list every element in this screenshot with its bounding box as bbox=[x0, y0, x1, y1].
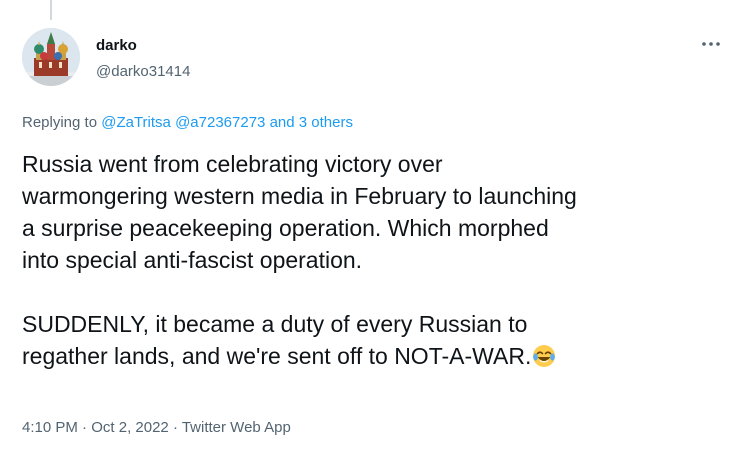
tweet-text-segment: regather lands, and we're sent off to NO… bbox=[22, 343, 532, 369]
tweet-text-line: into special anti-fascist operation. bbox=[22, 247, 363, 273]
tweet-text-line: regather lands, and we're sent off to NO… bbox=[22, 340, 728, 372]
avatar[interactable] bbox=[22, 28, 80, 86]
tweet-metadata: 4:10 PM · Oct 2, 2022 · Twitter Web App bbox=[22, 418, 291, 438]
more-horizontal-icon bbox=[702, 42, 720, 46]
tweet-text-line: SUDDENLY, it became a duty of every Russ… bbox=[22, 311, 528, 337]
more-options-button[interactable] bbox=[698, 34, 724, 54]
tweet-text-line: warmongering western media in February t… bbox=[22, 183, 577, 209]
tweet-text: Russia went from celebrating victory ove… bbox=[22, 148, 728, 372]
tweet-source: Twitter Web App bbox=[181, 419, 291, 436]
replying-to-label: Replying to bbox=[22, 114, 102, 131]
tweet-time-link[interactable]: 4:10 PM bbox=[22, 419, 78, 436]
tweet-date-link[interactable]: Oct 2, 2022 bbox=[91, 419, 169, 436]
separator-dot: · bbox=[168, 419, 182, 436]
thread-connector-line bbox=[50, 0, 52, 20]
author-display-name[interactable]: darko bbox=[96, 36, 190, 56]
tweet-text-line: Russia went from celebrating victory ove… bbox=[22, 151, 443, 177]
author-handle[interactable]: @darko31414 bbox=[96, 62, 190, 82]
tweet-text-line: a surprise peacekeeping operation. Which… bbox=[22, 215, 549, 241]
mention-link-zatritsa[interactable]: @ZaTritsa bbox=[101, 114, 171, 131]
author-block: darko @darko31414 bbox=[96, 36, 190, 82]
replying-to-line: Replying to @ZaTritsa @a72367273 and 3 o… bbox=[22, 112, 353, 134]
others-link[interactable]: and 3 others bbox=[270, 114, 353, 131]
kremlin-cathedral-icon bbox=[22, 28, 80, 86]
separator-dot: · bbox=[77, 419, 92, 436]
face-with-tears-of-joy-icon bbox=[532, 344, 556, 368]
mention-link-a72367273[interactable]: @a72367273 bbox=[175, 114, 265, 131]
